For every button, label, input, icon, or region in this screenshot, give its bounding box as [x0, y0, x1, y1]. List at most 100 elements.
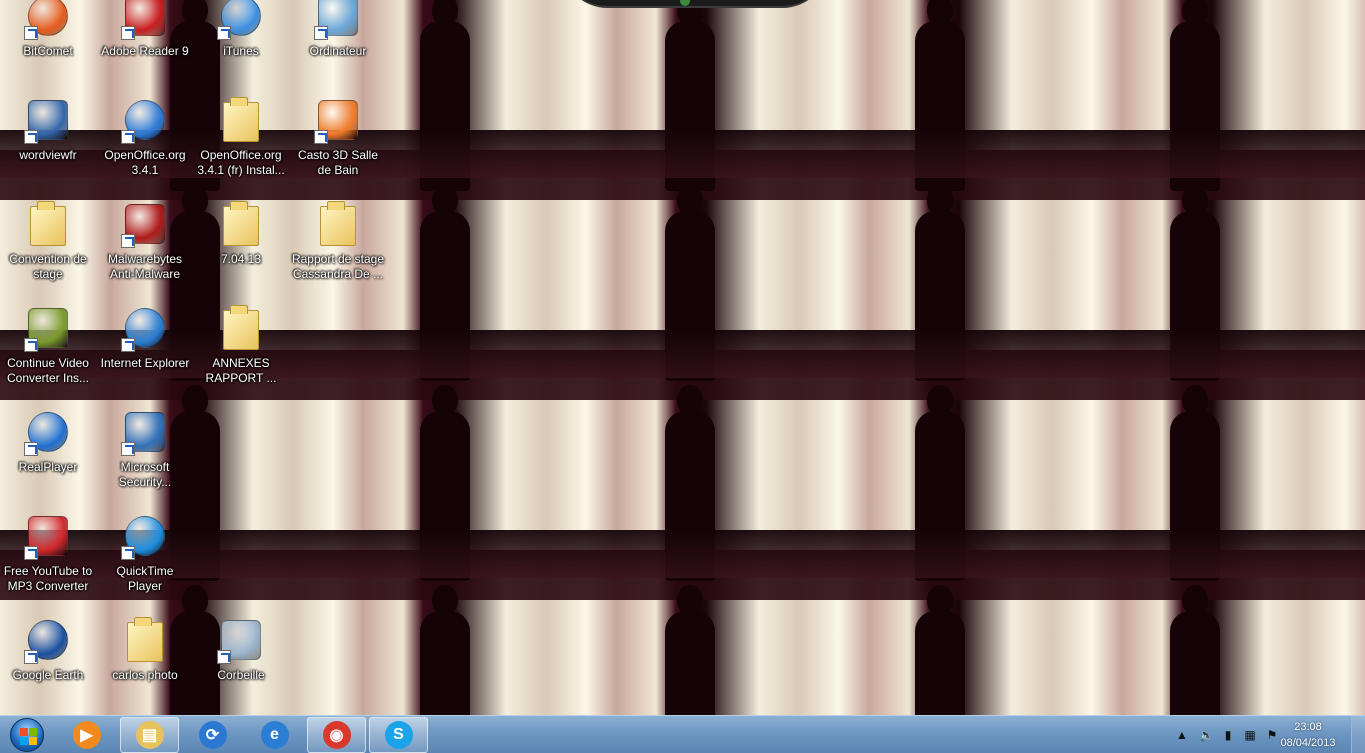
taskbar-item-skype[interactable]: S	[369, 717, 428, 753]
desktop-icon-label: Google Earth	[12, 668, 84, 682]
desktop-icon[interactable]: Malwarebytes Anti-Malware	[97, 200, 193, 300]
network-icon[interactable]: ▦	[1243, 728, 1257, 742]
desktop-icon-label: carlos photo	[112, 668, 178, 682]
desktop-icon[interactable]: Microsoft Security...	[97, 408, 193, 508]
desktop-icon-label: ANNEXES RAPPORT ...	[205, 356, 277, 385]
video-converter-icon	[24, 304, 72, 352]
sync-icon: ⟳	[198, 721, 227, 749]
system-tray: ▲ 🔈 ▮ ▦ ⚑ 23:08 08/04/2013	[1145, 716, 1365, 753]
folder-icon	[24, 200, 72, 248]
desktop-icon[interactable]: OpenOffice.org 3.4.1	[97, 96, 193, 196]
desktop-icon[interactable]: 7.04.13	[193, 200, 289, 300]
shortcut-arrow-icon	[121, 130, 135, 144]
folder-icon	[217, 304, 265, 352]
shortcut-arrow-icon	[121, 546, 135, 560]
desktop-icon[interactable]: Convention de stage	[0, 200, 96, 300]
computer-icon	[314, 0, 362, 40]
desktop-icon[interactable]: QuickTime Player	[97, 512, 193, 612]
folder-icon: ▤	[135, 721, 164, 749]
shortcut-arrow-icon	[217, 26, 231, 40]
desktop-icon-label: Internet Explorer	[100, 356, 190, 370]
google-earth-icon	[24, 616, 72, 664]
folder-icon	[121, 616, 169, 664]
desktop-icon[interactable]: Free YouTube to MP3 Converter	[0, 512, 96, 612]
shortcut-arrow-icon	[24, 442, 38, 456]
clock-time: 23:08	[1294, 721, 1322, 733]
windows-logo-icon	[10, 718, 44, 752]
shortcut-arrow-icon	[121, 338, 135, 352]
desktop-icon[interactable]: BitComet	[0, 0, 96, 92]
taskbar-item-google-chrome[interactable]: ◉	[307, 717, 366, 753]
shortcut-arrow-icon	[314, 130, 328, 144]
openoffice-icon	[121, 96, 169, 144]
desktop-icon[interactable]: Internet Explorer	[97, 304, 193, 404]
casto3d-icon	[314, 96, 362, 144]
desktop-icon-label: Rapport de stage Cassandra De ...	[291, 252, 385, 281]
volume-icon[interactable]: 🔈	[1199, 728, 1214, 742]
desktop-icon[interactable]: Rapport de stage Cassandra De ...	[290, 200, 386, 300]
malwarebytes-icon	[121, 200, 169, 248]
desktop-icon-label: wordviewfr	[19, 148, 77, 162]
internet-explorer-icon	[121, 304, 169, 352]
desktop-icon-label: 7.04.13	[220, 252, 262, 266]
desktop-icon-label: RealPlayer	[18, 460, 78, 474]
taskbar-item-windows-explorer[interactable]: ▤	[120, 717, 179, 753]
desktop-icon-label: Convention de stage	[9, 252, 87, 281]
desktop-icon[interactable]: Google Earth	[0, 616, 96, 716]
wallpaper-floor-band	[0, 530, 1365, 578]
desktop-icon-label: Casto 3D Salle de Bain	[297, 148, 379, 177]
clock[interactable]: 23:08 08/04/2013	[1273, 719, 1343, 751]
skype-icon: S	[384, 721, 413, 749]
show-hidden-icons-icon[interactable]: ▲	[1175, 728, 1189, 742]
desktop-icon[interactable]: Ordinateur	[290, 0, 386, 92]
desktop-icon[interactable]: iTunes	[193, 0, 289, 92]
taskbar-item-internet-explorer[interactable]: e	[245, 717, 304, 753]
shortcut-arrow-icon	[217, 650, 231, 664]
desktop-icon[interactable]: OpenOffice.org 3.4.1 (fr) Instal...	[193, 96, 289, 196]
adobe-reader-icon	[121, 0, 169, 40]
shortcut-arrow-icon	[121, 26, 135, 40]
shortcut-arrow-icon	[24, 338, 38, 352]
wallpaper-silhouette	[1160, 585, 1230, 715]
desktop-icon[interactable]: ANNEXES RAPPORT ...	[193, 304, 289, 404]
desktop-icon-label: QuickTime Player	[116, 564, 174, 593]
desktop-icon[interactable]: Corbeille	[193, 616, 289, 716]
desktop-icon[interactable]: Casto 3D Salle de Bain	[290, 96, 386, 196]
desktop-icon-label: OpenOffice.org 3.4.1 (fr) Instal...	[197, 148, 285, 177]
taskbar: ▶ ▤ ⟳ e ◉ S ▲ 🔈 ▮ ▦ ⚑ 23:08 08/04/2013	[0, 715, 1365, 753]
start-button[interactable]	[4, 717, 50, 753]
desktop-icon[interactable]: Continue Video Converter Ins...	[0, 304, 96, 404]
desktop-icon-label: BitComet	[23, 44, 73, 58]
internet-explorer-icon: e	[260, 721, 289, 749]
desktop-icon-label: Adobe Reader 9	[101, 44, 189, 58]
gadget-arc	[560, 0, 830, 8]
desktop-icon-label: Microsoft Security...	[118, 460, 172, 489]
wallpaper-silhouette	[905, 585, 975, 715]
desktop-icon[interactable]: carlos photo	[97, 616, 193, 716]
folder-icon	[217, 96, 265, 144]
wallpaper-silhouette	[410, 585, 480, 715]
clock-date: 08/04/2013	[1280, 737, 1336, 749]
desktop-icon-label: iTunes	[223, 44, 259, 58]
desktop-icon-label: Corbeille	[217, 668, 265, 682]
desktop-icon-label: Malwarebytes Anti-Malware	[107, 252, 183, 281]
taskbar-item-windows-media-player[interactable]: ▶	[57, 717, 116, 753]
recycle-bin-icon	[217, 616, 265, 664]
shortcut-arrow-icon	[121, 442, 135, 456]
shortcut-arrow-icon	[24, 130, 38, 144]
quicktime-icon	[121, 512, 169, 560]
folder-icon	[217, 200, 265, 248]
folder-icon	[314, 200, 362, 248]
desktop-icon[interactable]: Adobe Reader 9	[97, 0, 193, 92]
show-desktop-button[interactable]	[1351, 716, 1365, 753]
desktop-icon[interactable]: wordviewfr	[0, 96, 96, 196]
desktop-icon-label: Free YouTube to MP3 Converter	[3, 564, 93, 593]
taskbar-item-sync-app[interactable]: ⟳	[183, 717, 242, 753]
shortcut-arrow-icon	[24, 650, 38, 664]
power-icon[interactable]: ▮	[1221, 728, 1235, 742]
microsoft-security-icon	[121, 408, 169, 456]
desktop-icon[interactable]: RealPlayer	[0, 408, 96, 508]
shortcut-arrow-icon	[24, 26, 38, 40]
realplayer-icon	[24, 408, 72, 456]
wallpaper-silhouette	[655, 585, 725, 715]
